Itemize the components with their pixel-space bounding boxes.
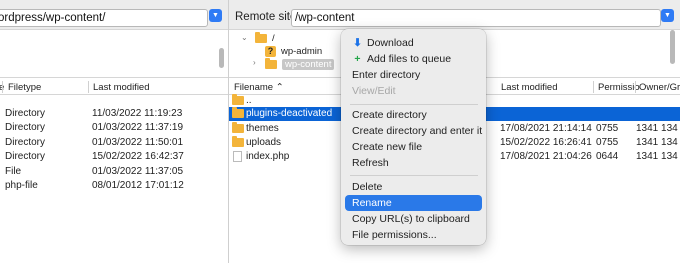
menu-item-create-new-file[interactable]: Create new file	[345, 139, 482, 155]
tree-node-label: wp-admin	[281, 45, 323, 57]
column-last-modified[interactable]: Last modified	[93, 82, 150, 93]
permissions: 0755	[596, 123, 619, 134]
column-separator[interactable]	[593, 81, 594, 93]
column-filename[interactable]: Filename ⌃	[234, 82, 284, 93]
chevron-down-icon: ▼	[212, 12, 219, 19]
download-arrow-icon: ⬇	[353, 37, 362, 49]
last-modified: 01/03/2022 11:50:01	[92, 137, 184, 148]
last-modified: 15/02/2022 16:42:37	[92, 151, 184, 162]
filetype: Directory	[5, 122, 46, 133]
local-site-pane: ordpress/wp-content/ ▼ e Filetype Last m…	[0, 0, 228, 263]
menu-item-label: Download	[367, 37, 414, 49]
menu-item-delete[interactable]: Delete	[345, 179, 482, 195]
menu-item-file-permissions[interactable]: File permissions...	[345, 227, 482, 243]
local-site-bar: ordpress/wp-content/ ▼	[0, 0, 228, 30]
chevron-right-icon[interactable]: ›	[253, 58, 256, 67]
chevron-down-icon[interactable]: ⌄	[241, 33, 248, 42]
tree-node-label: wp-content	[282, 58, 335, 70]
list-item[interactable]: Directory 01/03/2022 11:50:01	[0, 136, 228, 150]
owner-group: 1341 134	[636, 123, 678, 134]
context-menu: ⬇ Download + Add files to queue Enter dire…	[341, 29, 486, 245]
last-modified: 01/03/2022 11:37:19	[92, 122, 184, 133]
filetype: Directory	[5, 137, 46, 148]
menu-separator	[350, 104, 478, 105]
last-modified: 08/01/2012 17:01:12	[92, 180, 184, 191]
local-tree-scrollbar[interactable]	[219, 48, 224, 68]
tree-node-label: /	[272, 32, 275, 44]
remote-path-dropdown-button[interactable]: ▼	[661, 9, 674, 22]
last-modified: 17/08/2021 21:14:14	[500, 123, 592, 134]
last-modified: 11/03/2022 11:19:23	[92, 108, 183, 119]
last-modified: 15/02/2022 16:26:41	[500, 137, 592, 148]
owner-group: 1341 134	[636, 151, 678, 162]
menu-item-create-directory-and-enter[interactable]: Create directory and enter it	[345, 123, 482, 139]
column-separator[interactable]	[88, 81, 89, 93]
column-permissions[interactable]: Permissio	[598, 82, 640, 93]
list-item[interactable]: php-file 08/01/2012 17:01:12	[0, 179, 228, 193]
list-item[interactable]: Directory 15/02/2022 16:42:37	[0, 150, 228, 164]
local-path-dropdown-button[interactable]: ▼	[209, 9, 222, 22]
menu-item-refresh[interactable]: Refresh	[345, 155, 482, 171]
folder-icon	[255, 31, 267, 43]
menu-item-enter-directory[interactable]: Enter directory	[345, 67, 482, 83]
filename: index.php	[246, 151, 290, 162]
filename: themes	[246, 123, 279, 134]
unknown-folder-icon: ?	[265, 45, 276, 57]
menu-item-copy-url[interactable]: Copy URL(s) to clipboard	[345, 211, 482, 227]
menu-item-download[interactable]: ⬇ Download	[345, 35, 482, 51]
tree-node-wp-content[interactable]: wp-content	[265, 57, 335, 71]
chevron-down-icon: ▼	[664, 12, 671, 19]
menu-item-add-files-to-queue[interactable]: + Add files to queue	[345, 51, 482, 67]
folder-icon	[265, 57, 277, 69]
add-to-queue-icon: +	[354, 53, 361, 65]
filetype: Directory	[5, 151, 46, 162]
filename: uploads	[246, 137, 282, 148]
menu-item-view-edit: View/Edit	[352, 85, 396, 97]
tree-node-wp-admin[interactable]: ? wp-admin	[265, 44, 322, 58]
filetype: php-file	[5, 180, 38, 191]
column-filetype[interactable]: Filetype	[8, 82, 41, 93]
menu-item-rename[interactable]: Rename	[345, 195, 482, 211]
permissions: 0755	[596, 137, 619, 148]
column-last-modified[interactable]: Last modified	[501, 82, 558, 93]
local-path-input[interactable]: ordpress/wp-content/	[0, 9, 208, 27]
tree-node-root[interactable]: /	[255, 31, 275, 45]
filetype: File	[5, 166, 22, 177]
filetype: Directory	[5, 108, 46, 119]
list-item[interactable]: Directory 01/03/2022 11:37:19	[0, 121, 228, 135]
filename: ..	[246, 95, 252, 106]
local-file-list-header: e Filetype Last modified	[0, 79, 228, 95]
file-icon	[233, 151, 242, 165]
remote-tree-scrollbar[interactable]	[670, 30, 675, 64]
column-separator[interactable]	[2, 81, 3, 93]
last-modified: 01/03/2022 11:37:05	[92, 166, 184, 177]
column-separator[interactable]	[635, 81, 636, 93]
permissions: 0644	[596, 151, 619, 162]
last-modified: 17/08/2021 21:04:26	[500, 151, 592, 162]
sort-ascending-icon: ⌃	[275, 82, 284, 93]
remote-site-bar: Remote site: /wp-content ▼	[229, 0, 680, 30]
filename: plugins-deactivated	[246, 108, 333, 119]
remote-site-label: Remote site:	[235, 11, 300, 23]
menu-item-create-directory[interactable]: Create directory	[345, 107, 482, 123]
column-filename-label: Filename	[234, 82, 274, 93]
list-item[interactable]: File 01/03/2022 11:37:05	[0, 165, 228, 179]
owner-group: 1341 134	[636, 137, 678, 148]
list-item[interactable]: Directory 11/03/2022 11:19:23	[0, 107, 228, 121]
local-directory-tree[interactable]	[0, 30, 228, 78]
remote-path-input[interactable]: /wp-content	[291, 9, 661, 27]
menu-item-label: Add files to queue	[367, 53, 452, 65]
menu-separator	[350, 175, 478, 176]
column-owner-group[interactable]: Owner/Gro	[639, 82, 680, 93]
